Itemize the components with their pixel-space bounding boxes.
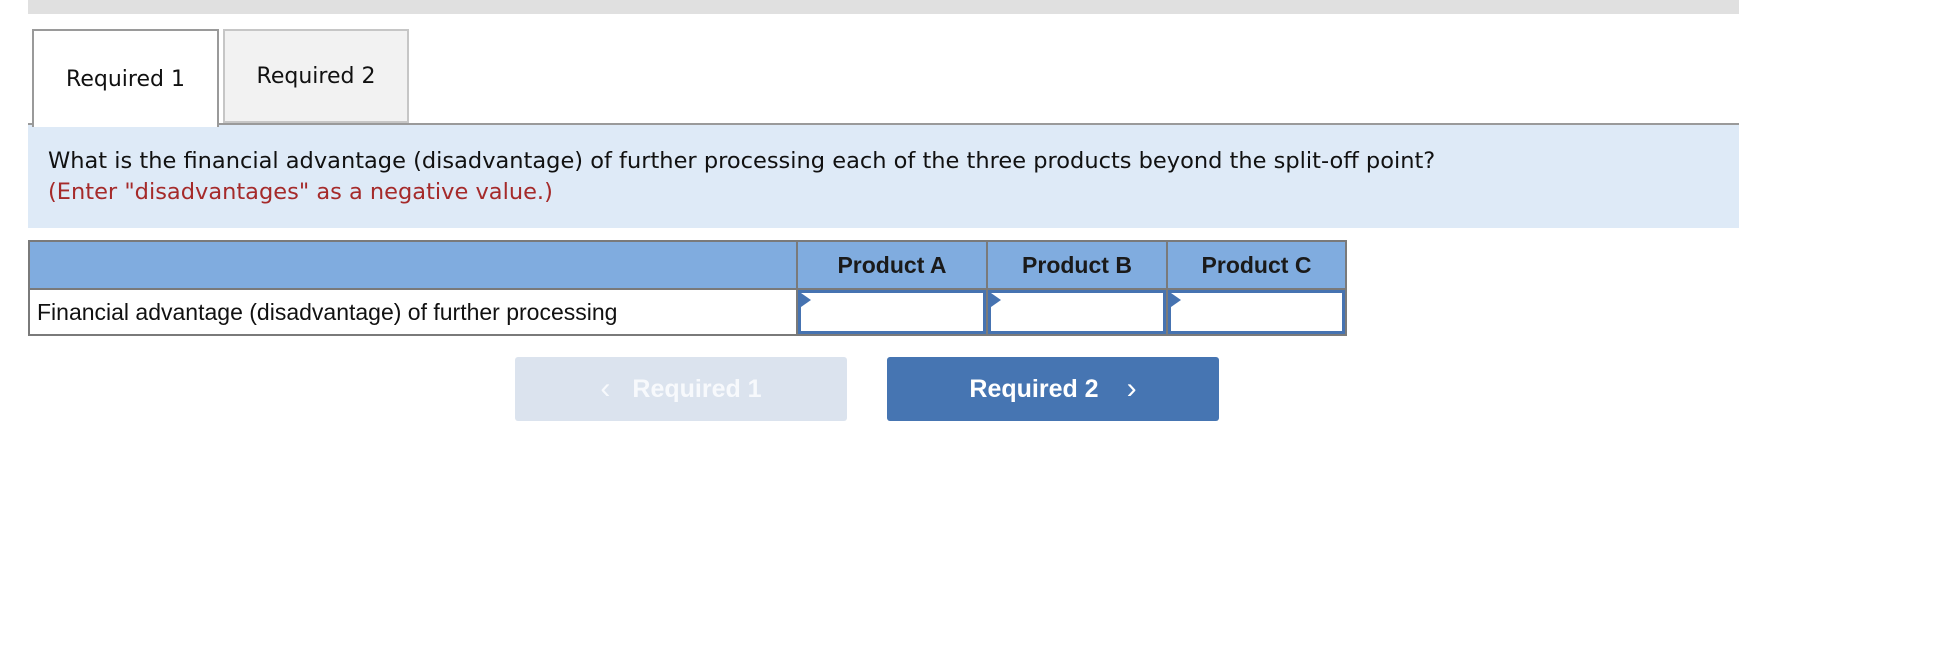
tab-required-1[interactable]: Required 1 (32, 29, 219, 127)
header-product-a: Product A (796, 240, 988, 290)
tab-required-2[interactable]: Required 2 (223, 29, 409, 123)
tab-bar: Required 1 Required 2 (28, 29, 1739, 127)
input-marker-icon (801, 293, 811, 307)
input-marker-icon (1171, 293, 1181, 307)
header-blank (28, 240, 798, 290)
question-note: (Enter "disadvantages" as a negative val… (48, 179, 553, 205)
prev-required-1-button[interactable]: ‹ Required 1 (515, 357, 847, 421)
chevron-left-icon: ‹ (600, 372, 611, 405)
product-b-cell (986, 288, 1168, 336)
table-row: Financial advantage (disadvantage) of fu… (28, 288, 1347, 336)
next-required-2-button[interactable]: Required 2 › (887, 357, 1219, 421)
product-c-cell (1166, 288, 1347, 336)
table-header-row: Product A Product B Product C (28, 240, 1347, 290)
answer-table: Product A Product B Product C Financial … (28, 240, 1347, 336)
product-a-cell (796, 288, 988, 336)
product-a-input[interactable] (798, 290, 986, 334)
chevron-right-icon: › (1126, 372, 1137, 405)
question-text: What is the financial advantage (disadva… (48, 148, 1436, 174)
row-label: Financial advantage (disadvantage) of fu… (28, 288, 798, 336)
question-box: What is the financial advantage (disadva… (28, 125, 1739, 228)
product-b-input[interactable] (988, 290, 1166, 334)
top-bar (28, 0, 1739, 14)
next-button-label: Required 2 (969, 374, 1099, 403)
product-c-input[interactable] (1168, 290, 1345, 334)
prev-button-label: Required 1 (632, 374, 762, 403)
header-product-b: Product B (986, 240, 1168, 290)
input-marker-icon (991, 293, 1001, 307)
header-product-c: Product C (1166, 240, 1347, 290)
